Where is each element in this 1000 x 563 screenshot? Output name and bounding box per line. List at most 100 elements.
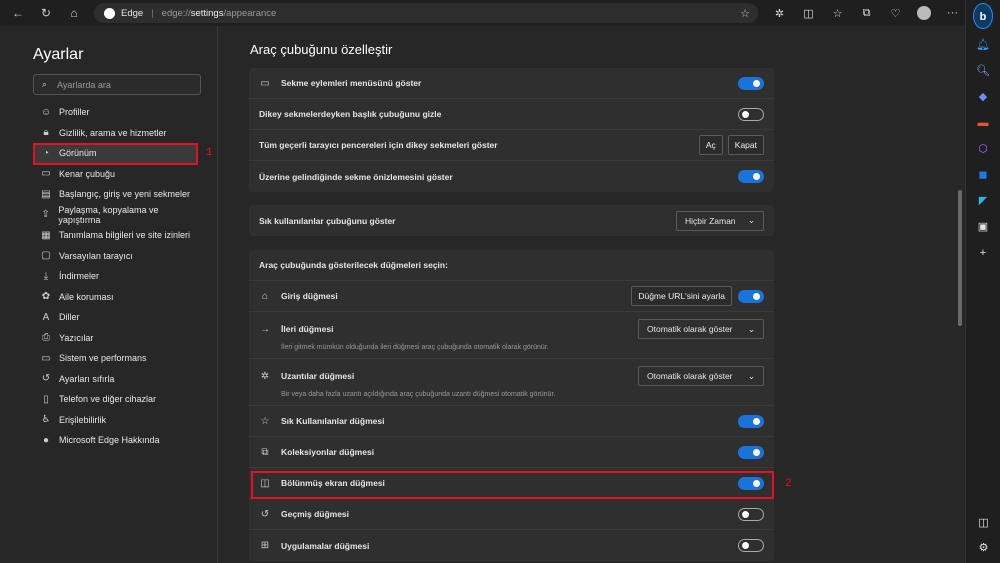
search-icon[interactable]: 🔍︎ [966,58,1000,84]
setting-toggle[interactable] [738,507,764,521]
lock-icon: 🔒︎ [43,127,49,139]
address-bar[interactable]: Edge | edge://settings/appearance ☆ [94,3,758,23]
sidebar-item-reset[interactable]: ↺ Ayarları sıfırla [33,369,197,390]
add-icon[interactable]: + [966,240,1000,266]
copilot-icon[interactable]: ⬡ [966,136,1000,162]
home-icon: ⌂ [261,290,269,302]
sidebar-item-laptop[interactable]: ▭ Sistem ve performans [33,348,197,369]
split-screen-icon[interactable]: ◫ [794,7,823,20]
sidebar-item-share[interactable]: ⇪ Paylaşma, kopyalama ve yapıştırma [33,205,197,226]
setting-label: Sekme eylemleri menüsünü göster [281,78,422,88]
forward-button-select[interactable]: Otomatik olarak göster ⌄ [638,319,764,339]
share-icon: ⇪ [41,209,50,221]
notion-icon[interactable]: ▣ [966,214,1000,240]
favorites-bar-select[interactable]: Hiçbir Zaman ⌄ [676,210,764,231]
sidebar-item-download[interactable]: ⤓ İndirmeler [33,266,197,287]
setting-toggle[interactable] [738,445,764,459]
sidebar-item-printer[interactable]: ⎙ Yazıcılar [33,328,197,349]
browser-icon: ▢ [41,250,51,262]
site-name: Edge [121,7,144,19]
on-button[interactable]: Aç [698,135,723,155]
setting-label: Sık Kullanılanlar düğmesi [281,416,385,426]
home-button-toggle[interactable] [738,289,764,303]
forward-button-desc: İleri gitmek mümkün olduğunda ileri düğm… [281,344,549,351]
back-icon[interactable]: ← [4,6,32,20]
tag-icon[interactable]: ◆ [966,84,1000,110]
home-icon[interactable]: ⌂ [60,6,88,20]
settings-search-input[interactable]: ⌕ Ayarlarda ara [33,74,201,95]
favorite-star-icon[interactable]: ☆ [740,7,750,20]
start-icon: ▤ [41,188,51,200]
highlight-box-1 [33,143,198,165]
set-button-url-button[interactable]: Düğme URL'sini ayarla [631,286,732,306]
printer-icon: ⎙ [42,332,50,344]
toolbar-button-row: ☆ Sık Kullanılanlar düğmesi [249,406,774,437]
sidebar-item-accessibility[interactable]: ♿︎ Erişilebilirlik [33,410,197,431]
favorites-icon: ☆ [260,415,270,427]
sidebar-item-label: Aile koruması [59,291,114,302]
reset-icon: ↺ [41,373,51,385]
sidebar-item-label: Başlangıç, giriş ve yeni sekmeler [59,189,191,200]
sidebar-item-edge[interactable]: ● Microsoft Edge Hakkında [33,430,197,451]
collections-icon[interactable]: ⧉ [852,7,881,20]
edge-icon: ● [42,434,50,446]
toolbox-icon[interactable]: ▬ [966,110,1000,136]
setting-label: Üzerine gelindiğinde sekme önizlemesini … [259,171,453,182]
setting-toggle[interactable] [738,107,764,121]
tab-actions-icon: ▭ [260,77,270,89]
collections-icon: ⧉ [261,446,269,458]
search-placeholder: Ayarlarda ara [57,79,111,90]
refresh-icon[interactable]: ↻ [32,6,60,20]
chevron-down-icon: ⌄ [747,215,755,225]
tab-setting-row: Dikey sekmelerdeyken başlık çubuğunu giz… [249,99,774,130]
setting-toggle[interactable] [738,76,764,90]
outlook-icon[interactable]: ◼ [966,162,1000,188]
sidebar-item-label: Kenar çubuğu [59,168,116,179]
setting-label: Uygulamalar düğmesi [281,540,370,551]
extensions-icon[interactable]: ✲ [765,7,794,20]
setting-toggle[interactable] [738,539,764,552]
bell-icon[interactable]: 🔔︎ [966,32,1000,58]
sidebar-item-browser[interactable]: ▢ Varsayılan tarayıcı [33,246,197,267]
section-title: Araç çubuğunu özelleştir [250,42,393,57]
sidebar-item-language[interactable]: A Diller [33,307,197,328]
setting-toggle[interactable] [738,170,764,183]
sidebar-item-phone[interactable]: ▯ Telefon ve diğer cihazlar [33,389,197,410]
more-icon[interactable]: ··· [938,7,967,19]
home-button-row: ⌂ Giriş düğmesi Düğme URL'sini ayarla [249,281,774,312]
off-button[interactable]: Kapat [727,135,764,155]
send-icon[interactable]: ◤ [966,188,1000,214]
family-icon: ✿ [41,291,51,303]
favorites-bar-card: Sık kullanılanlar çubuğunu göster Hiçbir… [249,205,774,236]
avatar[interactable] [917,6,931,20]
cookie-icon: ▦ [41,229,51,241]
health-icon[interactable]: ♡ [881,7,910,20]
toolbar-button-row: ⧉ Koleksiyonlar düğmesi [249,437,774,468]
arrow-right-icon: → [260,323,270,335]
sidebar-item-label: Sistem ve performans [59,353,147,364]
sidebar-item-sidebar[interactable]: ▭ Kenar çubuğu [33,164,197,185]
setting-label: Koleksiyonlar düğmesi [281,447,375,457]
extensions-icon: ✲ [260,370,270,382]
settings-gear-icon[interactable]: ⚙ [966,535,1000,561]
sidebar-item-family[interactable]: ✿ Aile koruması [33,287,197,308]
sidebar-item-profile[interactable]: ☺ Profiller [33,102,197,123]
url-prefix: edge:// [161,7,191,19]
sidebar-item-cookie[interactable]: ▦ Tanımlama bilgileri ve site izinleri [33,225,197,246]
favorites-icon[interactable]: ☆ [823,7,852,20]
setting-label: Tüm geçerli tarayıcı pencereleri için di… [259,140,498,150]
phone-icon: ▯ [43,393,49,405]
laptop-icon: ▭ [41,352,51,364]
scrollbar[interactable] [958,190,962,326]
url-host: settings [190,7,224,19]
sidebar-item-lock[interactable]: 🔒︎ Gizlilik, arama ve hizmetler [33,123,197,144]
select-value: Hiçbir Zaman [685,215,736,226]
sidebar-item-start[interactable]: ▤ Başlangıç, giriş ve yeni sekmeler [33,184,197,205]
extensions-button-select[interactable]: Otomatik olarak göster ⌄ [638,366,764,386]
bing-icon[interactable]: b [973,3,993,29]
setting-toggle[interactable] [738,414,764,428]
sidebar-toggle-icon[interactable]: ◫ [966,510,1000,536]
sidebar-item-label: Tanımlama bilgileri ve site izinleri [59,230,191,241]
profile-icon: ☺ [40,106,52,118]
extensions-button-desc: Bir veya daha fazla uzantı açıldığında a… [281,391,556,398]
